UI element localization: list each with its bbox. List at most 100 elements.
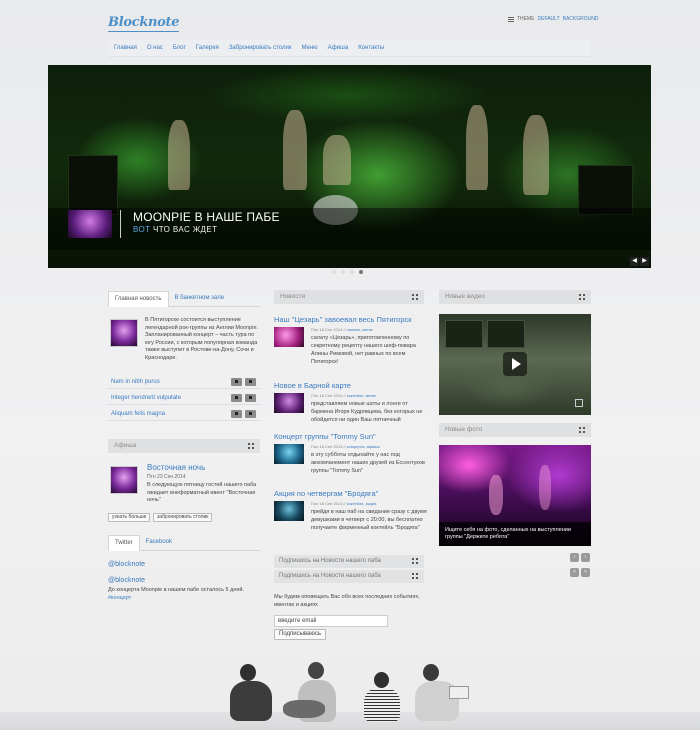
- grid-icon[interactable]: [412, 294, 418, 300]
- grid-icon[interactable]: [579, 427, 585, 433]
- theme-label: THEME: [517, 16, 535, 22]
- play-icon[interactable]: [503, 352, 527, 376]
- post-tags[interactable]: коктейли, акции: [347, 501, 377, 506]
- theme-background-link[interactable]: BACKGROUND: [563, 16, 599, 22]
- slider-pagination: [332, 270, 363, 274]
- list-icon-button[interactable]: [245, 378, 256, 386]
- subscribe-header[interactable]: Подпишись на Новости нашего паба: [274, 555, 424, 568]
- slider-dot[interactable]: [341, 270, 345, 274]
- slide-caption-thumbnail: [68, 210, 112, 238]
- post-meta: Пон 18 Сен 2014 // салаты, меню: [311, 327, 373, 332]
- musician-figure: [283, 110, 307, 190]
- tab-banquet-hall[interactable]: В банкетном зале: [169, 291, 231, 307]
- post-tags[interactable]: салаты, меню: [347, 327, 373, 332]
- news-link[interactable]: Aliquam felis magna: [111, 411, 165, 417]
- post-thumbnail[interactable]: [274, 327, 304, 347]
- news-link[interactable]: Integer hendrerit vulputate: [111, 395, 181, 401]
- musician-figure: [466, 105, 488, 190]
- tab-main-news[interactable]: Главная новость: [108, 291, 169, 307]
- nav-item-gallery[interactable]: Галерея: [196, 45, 219, 51]
- post-thumbnail[interactable]: [274, 444, 304, 464]
- event-thumbnail[interactable]: [110, 466, 138, 494]
- hero-slider[interactable]: MOONPIE В НАШЕ ПАБЕ ВОТ ЧТО ВАС ЖДЕТ: [48, 65, 651, 268]
- person-head: [308, 662, 324, 679]
- post-date: Пон 18 Сен 2014 //: [311, 444, 346, 449]
- laptop-illustration: [449, 686, 469, 699]
- slide-subtitle-rest: ЧТО ВАС ЖДЕТ: [153, 225, 218, 234]
- nav-item-about[interactable]: О нас: [147, 45, 163, 51]
- twitter-handle[interactable]: @blocknote: [108, 577, 145, 584]
- event-text: В следующую пятницу гостей нашего паба о…: [147, 482, 257, 503]
- post-excerpt: в эту субботы отдыхайте у нас под аккомп…: [311, 451, 431, 475]
- nav-item-contacts[interactable]: Контакты: [358, 45, 384, 51]
- prev-photo-button[interactable]: ‹: [570, 553, 579, 562]
- tweet-text: До концерта Moonpie в нашем пабе осталос…: [108, 587, 245, 593]
- news-title: Новости: [280, 293, 306, 300]
- nav-item-home[interactable]: Главная: [114, 45, 137, 51]
- main-news-thumbnail[interactable]: [110, 319, 138, 347]
- post-title[interactable]: Наш "Цезарь" завоевал весь Пятигорск: [274, 315, 412, 324]
- event-title[interactable]: Восточная ночь: [147, 463, 205, 472]
- slider-dot[interactable]: [332, 270, 336, 274]
- subscribe-header-text: Подпишись на Новости нашего паба: [279, 558, 381, 564]
- post-thumbnail[interactable]: [274, 393, 304, 413]
- logo[interactable]: Blocknote: [108, 15, 180, 32]
- post-title[interactable]: Новое в Барной карте: [274, 381, 351, 390]
- theme-switcher: THEME DEFAULT BACKGROUND: [508, 16, 598, 22]
- nav-item-menu[interactable]: Меню: [301, 45, 317, 51]
- fullscreen-icon[interactable]: [575, 399, 583, 407]
- caption-divider: [120, 210, 121, 238]
- news-link[interactable]: Nam in nibh purus: [111, 379, 160, 385]
- news-tabs: Главная новость В банкетном зале: [108, 291, 260, 307]
- afisha-header: Афиша: [108, 439, 260, 453]
- nav-item-booking[interactable]: Забронировать столик: [229, 45, 292, 51]
- slider-prev-button[interactable]: ◀: [630, 257, 639, 266]
- tab-twitter[interactable]: Twitter: [108, 535, 140, 551]
- nav-item-events[interactable]: Афиша: [328, 45, 349, 51]
- post-title[interactable]: Акция по четвергам "Бродяга": [274, 489, 378, 498]
- subscribe-header[interactable]: Подпишись на Новости нашего паба: [274, 570, 424, 583]
- scroll-down-button[interactable]: ˅: [581, 568, 590, 577]
- post-tags[interactable]: коктейли, меню: [347, 393, 376, 398]
- subscribe-button[interactable]: Подписываюсь: [274, 629, 327, 640]
- list-icon-button[interactable]: [231, 394, 242, 402]
- grid-icon[interactable]: [412, 558, 418, 564]
- list-icon-button[interactable]: [231, 378, 242, 386]
- video-thumbnail[interactable]: [487, 320, 525, 348]
- video-player[interactable]: [439, 314, 591, 415]
- grid-icon[interactable]: [412, 573, 418, 579]
- post-excerpt: представляем новые шоты и лонги от барме…: [311, 400, 431, 424]
- news-link-row: Integer hendrerit vulputate: [108, 392, 260, 405]
- next-photo-button[interactable]: ›: [581, 553, 590, 562]
- list-icon-button[interactable]: [231, 410, 242, 418]
- twitter-handle[interactable]: @blocknote: [108, 561, 145, 568]
- video-thumbnail[interactable]: [445, 320, 483, 348]
- book-table-button[interactable]: забронировать столик: [153, 513, 213, 522]
- social-tabs: Twitter Facebook: [108, 535, 260, 551]
- post-excerpt: салату «Цезарь», приготовленному по секр…: [311, 334, 431, 366]
- list-icon-button[interactable]: [245, 394, 256, 402]
- theme-default-link[interactable]: DEFAULT: [538, 16, 560, 22]
- photos-title: Новые фото: [445, 426, 483, 433]
- musician-figure: [323, 135, 351, 185]
- slider-dot-active[interactable]: [359, 270, 363, 274]
- grid-icon[interactable]: [579, 294, 585, 300]
- grid-icon[interactable]: [248, 443, 254, 449]
- photo-gallery-image[interactable]: Ищите себя на фото, сделанных на выступл…: [439, 445, 591, 546]
- tab-facebook[interactable]: Facebook: [140, 535, 178, 551]
- musician-figure: [523, 115, 549, 195]
- more-button[interactable]: узнать больше: [108, 513, 151, 522]
- hashtag-link[interactable]: #концерт: [108, 595, 131, 601]
- scroll-up-button[interactable]: ˄: [570, 568, 579, 577]
- nav-item-blog[interactable]: Блог: [173, 45, 186, 51]
- slider-dot[interactable]: [350, 270, 354, 274]
- post-thumbnail[interactable]: [274, 501, 304, 521]
- list-icon-button[interactable]: [245, 410, 256, 418]
- musician-figure: [168, 120, 190, 190]
- post-title[interactable]: Концерт группы "Tommy Sun": [274, 432, 376, 441]
- slider-next-button[interactable]: ▶: [640, 257, 649, 266]
- post-tags[interactable]: концерты, афиша: [347, 444, 380, 449]
- post-excerpt-text: в эту субботы отдыхайте у нас под аккомп…: [311, 452, 425, 474]
- email-input[interactable]: введите email: [274, 615, 388, 627]
- slide-subtitle: ВОТ ЧТО ВАС ЖДЕТ: [133, 225, 217, 234]
